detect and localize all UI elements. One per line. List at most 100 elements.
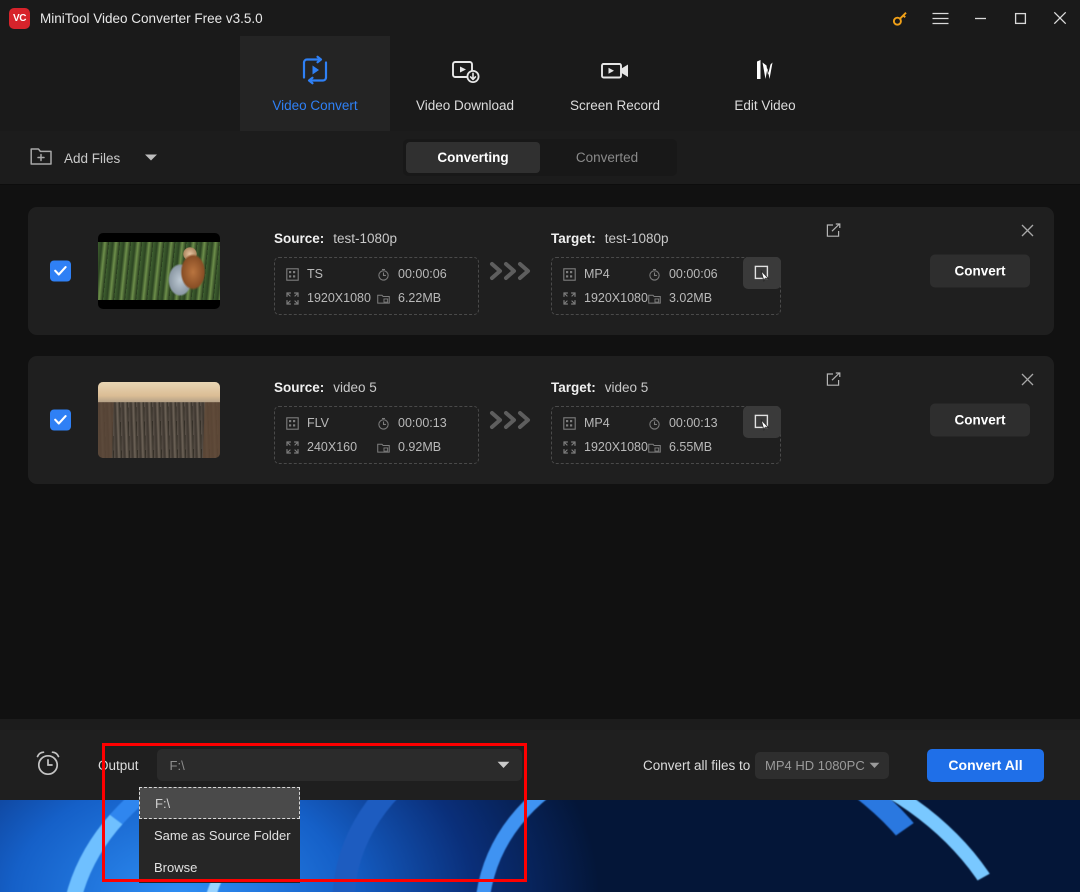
resolution-icon <box>563 440 576 454</box>
target-name: test-1080p <box>604 231 669 246</box>
target-resolution: 1920X1080 <box>563 440 648 454</box>
source-resolution: 240X160 <box>286 440 377 454</box>
edit-video-icon <box>748 54 782 86</box>
remove-file-icon[interactable] <box>1021 224 1034 242</box>
clock-icon <box>378 417 389 430</box>
file-checkbox[interactable] <box>50 409 71 431</box>
source-info-box: FLV 00:00:13 240X160 0.92MB <box>274 406 479 464</box>
add-files-label: Add Files <box>64 150 121 166</box>
nav-tab-video-convert[interactable]: Video Convert <box>240 36 390 131</box>
app-title: MiniTool Video Converter Free v3.5.0 <box>40 10 263 26</box>
source-resolution: 1920X1080 <box>286 291 377 305</box>
resolution-icon <box>286 291 299 305</box>
source-size: 6.22MB <box>377 291 468 305</box>
nav-tab-label: Edit Video <box>734 98 796 113</box>
output-path-select[interactable]: F:\ <box>156 749 522 781</box>
output-preset-select[interactable]: MP4 HD 1080PC <box>755 751 889 779</box>
target-label: Target: <box>551 380 596 395</box>
add-files-button[interactable]: Add Files <box>30 144 158 172</box>
edit-target-icon[interactable] <box>826 223 841 243</box>
file-thumbnail <box>98 382 220 458</box>
file-thumbnail <box>98 233 220 309</box>
source-duration: 00:00:06 <box>377 267 468 281</box>
output-label: Output <box>98 757 139 773</box>
clock-icon <box>649 268 660 281</box>
target-preview-button[interactable] <box>743 406 781 438</box>
status-tabs: Converting Converted <box>403 139 677 176</box>
remove-file-icon[interactable] <box>1021 373 1034 391</box>
dropdown-option-f-drive[interactable]: F:\ <box>139 787 300 819</box>
nav-tab-label: Video Download <box>415 98 515 113</box>
conversion-arrows-icon <box>488 260 538 282</box>
source-label: Source: <box>274 380 325 395</box>
filesize-icon <box>377 294 390 304</box>
convert-button[interactable]: Convert <box>930 254 1030 288</box>
edit-target-icon[interactable] <box>826 372 841 392</box>
tab-converting[interactable]: Converting <box>406 142 540 173</box>
source-info: Source: test-1080p TS 00:00:06 1920X1080 <box>274 231 479 315</box>
application-window: VC MiniTool Video Converter Free v3.5.0 <box>0 0 1080 800</box>
hamburger-menu-icon[interactable] <box>920 0 960 36</box>
convert-button[interactable]: Convert <box>930 403 1030 437</box>
dropdown-option-same-as-source[interactable]: Same as Source Folder <box>139 819 300 851</box>
file-row: Source: test-1080p TS 00:00:06 1920X1080 <box>28 207 1054 335</box>
filesize-icon <box>377 443 390 453</box>
source-label: Source: <box>274 231 325 246</box>
clock-icon <box>649 417 660 430</box>
source-format: TS <box>286 267 377 281</box>
convert-all-to-label: Convert all files to <box>643 757 751 773</box>
target-size: 3.02MB <box>648 291 718 305</box>
dropdown-option-browse[interactable]: Browse <box>139 851 300 883</box>
clock-icon <box>378 268 389 281</box>
nav-tab-edit-video[interactable]: Edit Video <box>690 36 840 131</box>
caret-down-icon[interactable] <box>869 756 880 774</box>
format-icon <box>563 267 576 281</box>
target-format: MP4 <box>563 267 648 281</box>
output-preset-value: MP4 HD 1080PC <box>765 757 865 773</box>
minimize-icon[interactable] <box>960 0 1000 36</box>
video-convert-icon <box>298 54 332 86</box>
source-size: 0.92MB <box>377 440 468 454</box>
source-info-box: TS 00:00:06 1920X1080 6.22MB <box>274 257 479 315</box>
nav-tab-screen-record[interactable]: Screen Record <box>540 36 690 131</box>
folder-plus-icon <box>30 145 53 171</box>
nav-tab-video-download[interactable]: Video Download <box>390 36 540 131</box>
tab-converted[interactable]: Converted <box>540 142 674 173</box>
source-name: test-1080p <box>333 231 398 246</box>
filesize-icon <box>648 294 661 304</box>
main-nav: Video Convert Video Download Screen Reco… <box>0 36 1080 131</box>
target-info-box: MP4 00:00:06 1920X1080 3.02MB <box>551 257 781 315</box>
close-icon[interactable] <box>1040 0 1080 36</box>
target-name: video 5 <box>604 380 649 395</box>
nav-tab-label: Video Convert <box>272 98 358 113</box>
conversion-arrows-icon <box>488 409 538 431</box>
source-name: video 5 <box>333 380 377 395</box>
target-preview-button[interactable] <box>743 257 781 289</box>
target-info: Target: test-1080p MP4 00:00:06 1920X1080 <box>551 231 781 315</box>
source-info: Source: video 5 FLV 00:00:13 240X160 0.9… <box>274 380 479 464</box>
convert-all-button[interactable]: Convert All <box>927 748 1044 782</box>
target-info: Target: video 5 MP4 00:00:13 1920X1080 6… <box>551 380 781 464</box>
target-duration: 00:00:06 <box>648 267 718 281</box>
caret-down-icon[interactable] <box>497 756 510 774</box>
file-checkbox[interactable] <box>50 260 71 282</box>
nav-tab-label: Screen Record <box>569 98 661 113</box>
format-icon <box>286 416 299 430</box>
video-download-icon <box>448 54 482 86</box>
screen-record-icon <box>598 54 632 86</box>
toolbar: Add Files Converting Converted <box>0 131 1080 185</box>
chevron-down-icon[interactable] <box>144 149 158 167</box>
format-icon <box>563 416 576 430</box>
file-list: Source: test-1080p TS 00:00:06 1920X1080 <box>0 185 1080 719</box>
maximize-icon[interactable] <box>1000 0 1040 36</box>
format-icon <box>286 267 299 281</box>
filesize-icon <box>648 443 661 453</box>
source-format: FLV <box>286 416 377 430</box>
title-bar: VC MiniTool Video Converter Free v3.5.0 <box>0 0 1080 36</box>
target-info-box: MP4 00:00:13 1920X1080 6.55MB <box>551 406 781 464</box>
file-row: Source: video 5 FLV 00:00:13 240X160 0.9… <box>28 356 1054 484</box>
alarm-clock-icon[interactable] <box>33 748 63 783</box>
target-resolution: 1920X1080 <box>563 291 648 305</box>
target-size: 6.55MB <box>648 440 718 454</box>
key-icon[interactable] <box>880 0 920 36</box>
